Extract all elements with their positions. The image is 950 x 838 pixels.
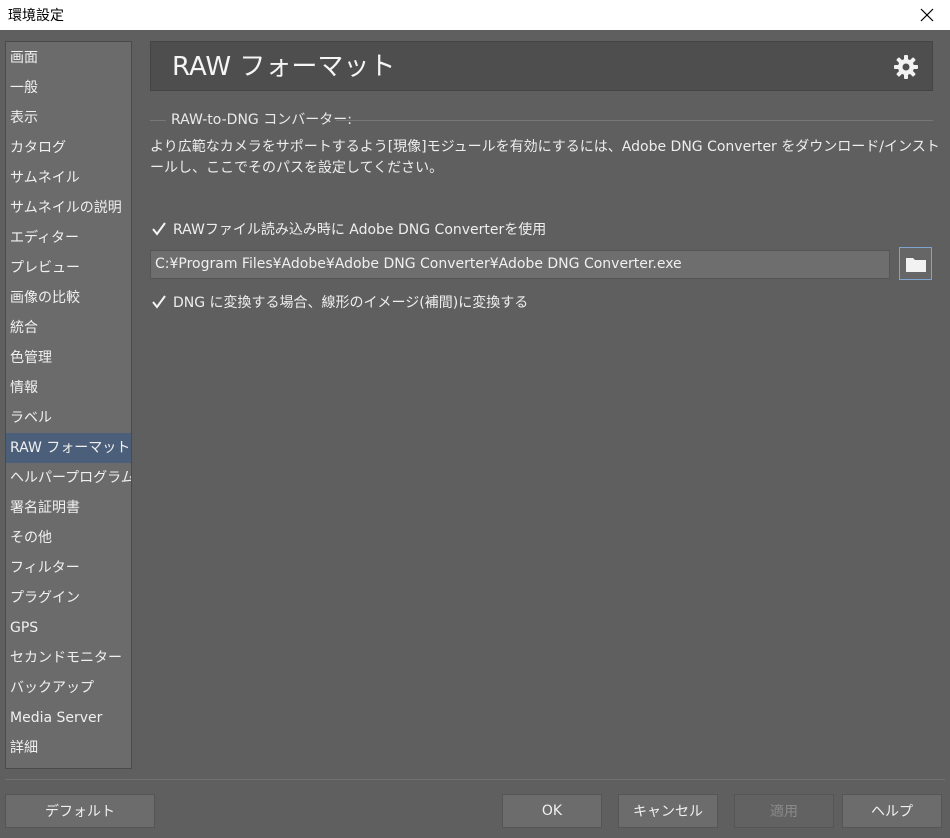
checkmark-icon bbox=[150, 220, 168, 238]
sidebar-item[interactable]: サムネイル bbox=[6, 163, 131, 193]
sidebar-item[interactable]: 画像の比較 bbox=[6, 283, 131, 313]
page-header: RAW フォーマット bbox=[150, 41, 933, 91]
group-divider-left bbox=[150, 120, 166, 121]
sidebar-item[interactable]: 表示 bbox=[6, 103, 131, 133]
sidebar-item[interactable]: Media Server bbox=[6, 703, 131, 733]
folder-icon bbox=[905, 257, 926, 272]
sidebar-item[interactable]: 一般 bbox=[6, 73, 131, 103]
sidebar-item[interactable]: ヘルパープログラム bbox=[6, 463, 131, 493]
linear-conversion-checkbox[interactable]: DNG に変換する場合、線形のイメージ(補間)に変換する bbox=[150, 292, 528, 312]
dng-description: より広範なカメラをサポートするよう[現像]モジュールを有効にするには、Adobe… bbox=[150, 139, 940, 176]
sidebar-item[interactable]: その他 bbox=[6, 523, 131, 553]
group-label: RAW-to-DNG コンバーター: bbox=[171, 112, 352, 128]
linear-conversion-label: DNG に変換する場合、線形のイメージ(補間)に変換する bbox=[173, 295, 529, 311]
browse-button[interactable] bbox=[899, 247, 932, 280]
use-dng-converter-label: RAWファイル読み込み時に Adobe DNG Converterを使用 bbox=[173, 222, 547, 238]
sidebar-item[interactable]: サムネイルの説明 bbox=[6, 193, 131, 223]
checkmark-icon bbox=[150, 293, 168, 311]
sidebar-item[interactable]: RAW フォーマット bbox=[6, 433, 131, 463]
dng-converter-group: RAW-to-DNG コンバーター: bbox=[150, 110, 933, 130]
ok-button[interactable]: OK bbox=[502, 794, 602, 828]
close-icon bbox=[920, 8, 934, 22]
sidebar-item[interactable]: エディター bbox=[6, 223, 131, 253]
window-title: 環境設定 bbox=[8, 8, 64, 24]
converter-path-field[interactable]: C:¥Program Files¥Adobe¥Adobe DNG Convert… bbox=[150, 250, 890, 279]
use-dng-converter-checkbox[interactable]: RAWファイル読み込み時に Adobe DNG Converterを使用 bbox=[150, 219, 546, 239]
close-button[interactable] bbox=[904, 0, 950, 30]
sidebar-item[interactable]: プラグイン bbox=[6, 583, 131, 613]
footer-divider bbox=[5, 779, 945, 780]
page-title: RAW フォーマット bbox=[172, 52, 396, 82]
cancel-button[interactable]: キャンセル bbox=[618, 794, 718, 828]
sidebar-item[interactable]: プレビュー bbox=[6, 253, 131, 283]
settings-button[interactable] bbox=[892, 53, 920, 81]
sidebar-item[interactable]: バックアップ bbox=[6, 673, 131, 703]
group-divider-right bbox=[336, 120, 933, 121]
sidebar-item[interactable]: 画面 bbox=[6, 42, 131, 73]
sidebar-item[interactable]: 詳細 bbox=[6, 733, 131, 763]
sidebar-item[interactable]: カタログ bbox=[6, 133, 131, 163]
sidebar-item[interactable]: GPS bbox=[6, 613, 131, 643]
sidebar-item[interactable]: 情報 bbox=[6, 373, 131, 403]
gear-icon bbox=[894, 55, 918, 79]
default-button[interactable]: デフォルト bbox=[5, 794, 155, 828]
sidebar-item[interactable]: 署名証明書 bbox=[6, 493, 131, 523]
sidebar-item[interactable]: 統合 bbox=[6, 313, 131, 343]
apply-button[interactable]: 適用 bbox=[734, 794, 834, 828]
sidebar-nav: 画面 一般 表示 カタログ サムネイル サムネイルの説明 エディター プレビュー 画像の比較 統合… bbox=[5, 41, 132, 769]
sidebar-item[interactable]: 色管理 bbox=[6, 343, 131, 373]
sidebar-item[interactable]: セカンドモニター bbox=[6, 643, 131, 673]
sidebar-item[interactable]: フィルター bbox=[6, 553, 131, 583]
help-button[interactable]: ヘルプ bbox=[842, 794, 942, 828]
title-bar: 環境設定 bbox=[0, 0, 950, 30]
sidebar-item[interactable]: ラベル bbox=[6, 403, 131, 433]
